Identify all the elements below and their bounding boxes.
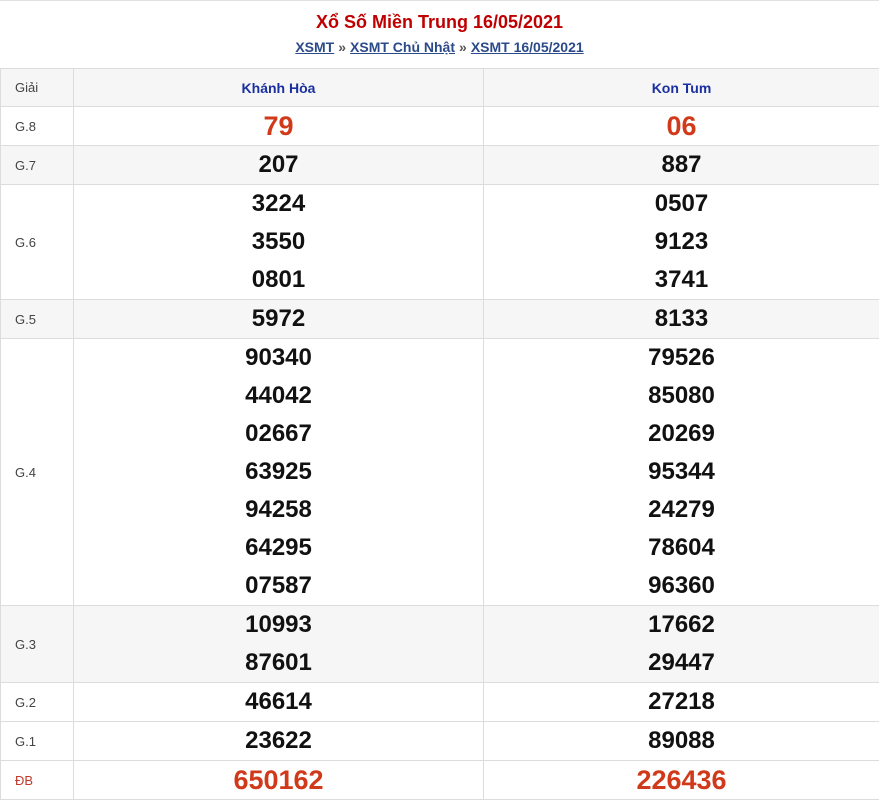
numbers-khanh-hoa: 322435500801 bbox=[74, 185, 484, 300]
breadcrumb: XSMT»XSMT Chủ Nhật»XSMT 16/05/2021 bbox=[0, 38, 879, 56]
lottery-number: 17662 bbox=[484, 606, 879, 644]
prize-label: G.4 bbox=[1, 339, 74, 606]
table-row: G.24661427218 bbox=[1, 683, 879, 722]
lottery-number: 94258 bbox=[74, 491, 483, 529]
lottery-number: 29447 bbox=[484, 644, 879, 682]
breadcrumb-xsmt-date[interactable]: XSMT 16/05/2021 bbox=[471, 39, 584, 55]
table-row: G.12362289088 bbox=[1, 722, 879, 761]
numbers-kon-tum: 1766229447 bbox=[484, 606, 879, 683]
page-title: Xổ Số Miền Trung 16/05/2021 bbox=[0, 1, 879, 33]
prize-label: G.2 bbox=[1, 683, 74, 722]
lottery-number: 79526 bbox=[484, 339, 879, 377]
table-header-row: Giải Khánh Hòa Kon Tum bbox=[1, 69, 879, 107]
table-row: G.87906 bbox=[1, 107, 879, 146]
table-row: G.559728133 bbox=[1, 300, 879, 339]
lottery-number: 5972 bbox=[74, 300, 483, 338]
numbers-kon-tum: 050791233741 bbox=[484, 185, 879, 300]
lottery-number: 85080 bbox=[484, 377, 879, 415]
lottery-number: 20269 bbox=[484, 415, 879, 453]
numbers-khanh-hoa: 23622 bbox=[74, 722, 484, 761]
numbers-kon-tum: 226436 bbox=[484, 761, 879, 800]
lottery-number: 226436 bbox=[484, 761, 879, 799]
results-table: Giải Khánh Hòa Kon Tum G.87906G.7207887G… bbox=[0, 68, 879, 800]
breadcrumb-separator: » bbox=[455, 39, 471, 55]
breadcrumb-separator: » bbox=[334, 39, 350, 55]
lottery-number: 78604 bbox=[484, 529, 879, 567]
lottery-number: 87601 bbox=[74, 644, 483, 682]
lottery-number: 0801 bbox=[74, 261, 483, 299]
numbers-khanh-hoa: 90340440420266763925942586429507587 bbox=[74, 339, 484, 606]
table-row: G.49034044042026676392594258642950758779… bbox=[1, 339, 879, 606]
lottery-number: 3224 bbox=[74, 185, 483, 223]
prize-label: G.8 bbox=[1, 107, 74, 146]
lottery-number: 02667 bbox=[74, 415, 483, 453]
prize-label: ĐB bbox=[1, 761, 74, 800]
lottery-number: 0507 bbox=[484, 185, 879, 223]
numbers-kon-tum: 27218 bbox=[484, 683, 879, 722]
lottery-number: 95344 bbox=[484, 453, 879, 491]
numbers-khanh-hoa: 207 bbox=[74, 146, 484, 185]
numbers-khanh-hoa: 79 bbox=[74, 107, 484, 146]
lottery-number: 89088 bbox=[484, 722, 879, 760]
lottery-number: 06 bbox=[484, 107, 879, 145]
prize-label: G.6 bbox=[1, 185, 74, 300]
lottery-number: 27218 bbox=[484, 683, 879, 721]
lottery-number: 8133 bbox=[484, 300, 879, 338]
lottery-number: 90340 bbox=[74, 339, 483, 377]
lottery-number: 650162 bbox=[74, 761, 483, 799]
breadcrumb-xsmt-chu-nhat[interactable]: XSMT Chủ Nhật bbox=[350, 39, 455, 55]
numbers-kon-tum: 887 bbox=[484, 146, 879, 185]
prize-label: G.7 bbox=[1, 146, 74, 185]
prize-label: G.3 bbox=[1, 606, 74, 683]
lottery-number: 46614 bbox=[74, 683, 483, 721]
lottery-number: 23622 bbox=[74, 722, 483, 760]
lottery-number: 207 bbox=[74, 146, 483, 184]
numbers-kon-tum: 06 bbox=[484, 107, 879, 146]
table-row: ĐB650162226436 bbox=[1, 761, 879, 800]
lottery-number: 79 bbox=[74, 107, 483, 145]
lottery-number: 44042 bbox=[74, 377, 483, 415]
breadcrumb-xsmt[interactable]: XSMT bbox=[295, 39, 334, 55]
lottery-number: 96360 bbox=[484, 567, 879, 605]
giai-column-header: Giải bbox=[1, 69, 74, 107]
lottery-number: 9123 bbox=[484, 223, 879, 261]
lottery-number: 3550 bbox=[74, 223, 483, 261]
table-row: G.6322435500801050791233741 bbox=[1, 185, 879, 300]
prize-label: G.5 bbox=[1, 300, 74, 339]
lottery-number: 63925 bbox=[74, 453, 483, 491]
numbers-khanh-hoa: 1099387601 bbox=[74, 606, 484, 683]
page-header: Xổ Số Miền Trung 16/05/2021 XSMT»XSMT Ch… bbox=[0, 0, 879, 68]
lottery-number: 07587 bbox=[74, 567, 483, 605]
numbers-khanh-hoa: 5972 bbox=[74, 300, 484, 339]
province-header-kon-tum: Kon Tum bbox=[484, 69, 879, 107]
lottery-number: 64295 bbox=[74, 529, 483, 567]
table-row: G.310993876011766229447 bbox=[1, 606, 879, 683]
lottery-number: 887 bbox=[484, 146, 879, 184]
lottery-number: 24279 bbox=[484, 491, 879, 529]
numbers-khanh-hoa: 46614 bbox=[74, 683, 484, 722]
prize-label: G.1 bbox=[1, 722, 74, 761]
numbers-khanh-hoa: 650162 bbox=[74, 761, 484, 800]
numbers-kon-tum: 89088 bbox=[484, 722, 879, 761]
lottery-number: 10993 bbox=[74, 606, 483, 644]
province-header-khanh-hoa: Khánh Hòa bbox=[74, 69, 484, 107]
numbers-kon-tum: 8133 bbox=[484, 300, 879, 339]
numbers-kon-tum: 79526850802026995344242797860496360 bbox=[484, 339, 879, 606]
lottery-number: 3741 bbox=[484, 261, 879, 299]
table-row: G.7207887 bbox=[1, 146, 879, 185]
